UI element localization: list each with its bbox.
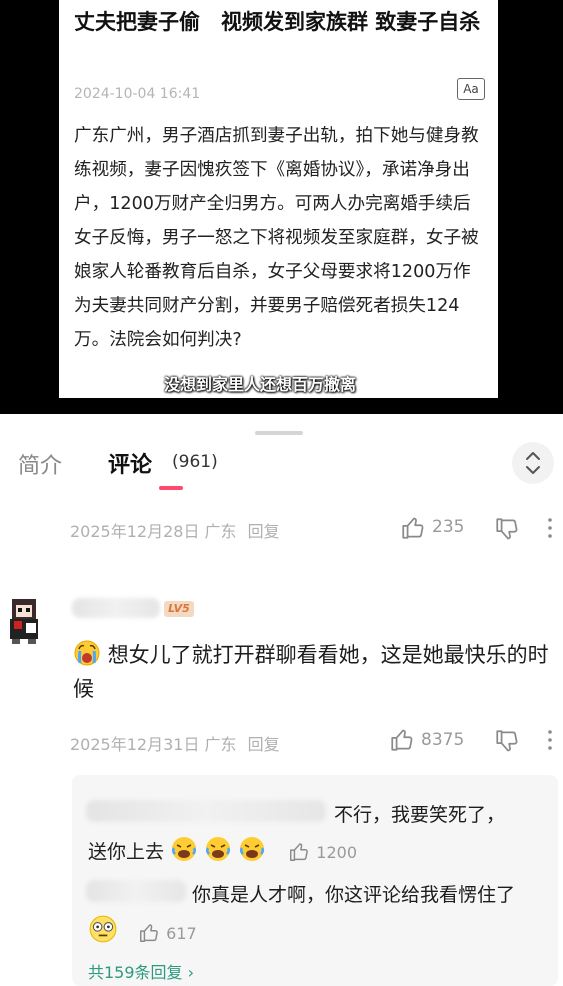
view-more-replies-link[interactable]: 共159条回复 › [88,959,194,983]
more-icon[interactable] [545,729,555,751]
thumbs-up-icon[interactable] [400,515,426,541]
tab-comments[interactable]: 评论 [108,447,152,479]
dazed-emoji-icon [89,915,117,943]
comment-meta: 2025年12月31日 广东 回复 [70,731,280,755]
tab-active-indicator [159,486,183,490]
comment-text: 想女儿了就打开群聊看看她，这是她最快乐的时候 [73,638,553,706]
drag-handle[interactable] [255,431,303,435]
thumbs-down-icon[interactable] [494,728,520,754]
thumbs-down-icon[interactable] [494,516,520,542]
reply-text: 你真是人才啊，你这评论给我看愣住了 [192,884,516,906]
comment-count: (961) [172,452,218,472]
comment-date-location: 2025年12月28日 广东 [70,522,237,541]
video-player[interactable]: 丈夫把妻子偷 视频发到家族群 致妻子自杀 2024-10-04 16:41 Aa… [0,0,563,414]
reply-text-continued: 送你上去 [88,841,165,863]
more-icon[interactable] [545,517,555,539]
font-size-button: Aa [457,78,485,100]
thumbs-up-icon[interactable] [389,727,415,753]
thumbs-up-icon[interactable] [138,922,160,944]
expand-collapse-button[interactable] [512,442,554,484]
like-count: 8375 [421,730,465,750]
comment-date-location: 2025年12月31日 广东 [70,735,237,754]
like-count: 235 [432,517,465,537]
chevron-up-down-icon [526,452,540,474]
laughing-crying-emoji-icon [240,837,265,861]
video-subtitle: 没想到家里人还想百万撤离 [164,375,357,394]
reply-item: 你真是人才啊，你这评论给我看愣住了 617 [88,877,548,952]
thumbs-up-icon[interactable] [288,841,310,863]
reply-text: 不行，我要笑死了， [334,804,506,826]
article-title: 丈夫把妻子偷 视频发到家族群 致妻子自杀 [74,10,481,34]
level-badge: LV5 [164,601,194,617]
reply-button[interactable]: 回复 [248,522,280,541]
reply-item: 不行，我要笑死了， 送你上去 1200 [88,797,548,871]
comment-meta: 2025年12月28日 广东 回复 [70,518,280,542]
reply-like-count: 617 [166,924,197,943]
avatar[interactable] [6,597,42,645]
reply-like-count: 1200 [316,843,358,862]
laughing-crying-emoji-icon [206,837,231,861]
reply-button[interactable]: 回复 [248,735,280,754]
crying-emoji-icon [74,640,100,666]
article-card: 丈夫把妻子偷 视频发到家族群 致妻子自杀 2024-10-04 16:41 Aa… [59,0,498,398]
article-date: 2024-10-04 16:41 [74,86,201,102]
comment-body: 想女儿了就打开群聊看看她，这是她最快乐的时候 [73,643,549,701]
laughing-crying-emoji-icon [172,837,197,861]
article-body: 广东广州，男子酒店抓到妻子出轨，拍下她与健身教练视频，妻子因愧疚签下《离婚协议》… [74,126,479,350]
username-blurred[interactable] [72,598,160,618]
tab-intro[interactable]: 简介 [18,448,62,480]
